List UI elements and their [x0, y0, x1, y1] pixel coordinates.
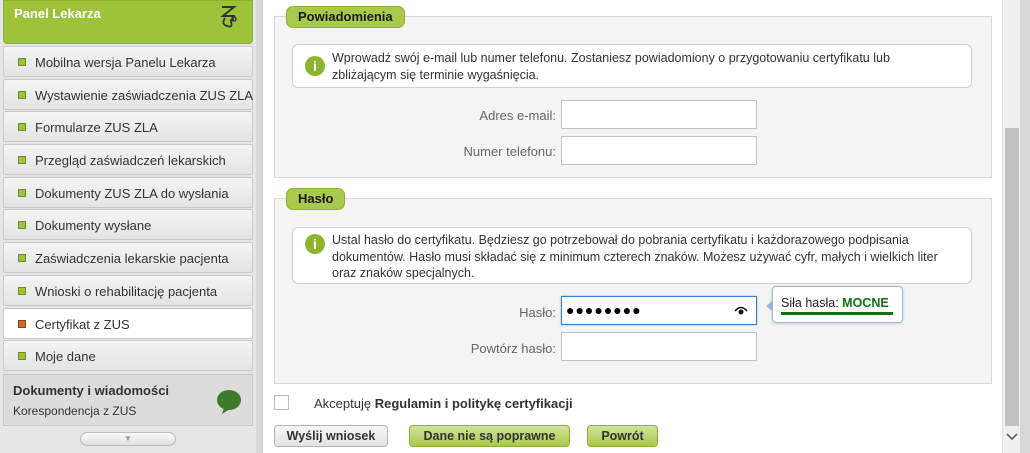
password-value: ●●●●●●●●: [566, 302, 642, 318]
repeat-password-field[interactable]: [561, 332, 757, 361]
sidebar-item-sent-documents[interactable]: Dokumenty wysłane: [3, 209, 253, 241]
password-info-box: i Ustal hasło do certyfikatu. Będziesz g…: [292, 227, 972, 284]
send-request-button[interactable]: Wyślij wniosek: [274, 425, 388, 447]
sidebar-documents-section[interactable]: Dokumenty i wiadomości Korespondencja z …: [3, 374, 253, 426]
bullet-icon: [18, 156, 26, 165]
repeat-password-label: Powtórz hasło:: [470, 341, 556, 356]
notifications-section: i Wprowadź swój e-mail lub numer telefon…: [274, 16, 992, 178]
window-edge: [1020, 0, 1030, 453]
bullet-icon: [18, 352, 26, 361]
password-label: Hasło:: [519, 305, 556, 320]
tooltip-arrow: [766, 300, 773, 312]
email-label: Adres e-mail:: [479, 108, 556, 123]
sidebar-menu: Mobilna wersja Panelu Lekarza Wystawieni…: [3, 46, 253, 373]
accept-prefix: Akceptuję: [314, 396, 375, 411]
email-field[interactable]: [561, 100, 757, 129]
sidebar-item-issue-zla[interactable]: Wystawienie zaświadczenia ZUS ZLA: [3, 78, 254, 110]
eye-icon[interactable]: [734, 305, 748, 317]
sidebar-title: Panel Lekarza: [14, 6, 101, 21]
phone-label: Numer telefonu:: [463, 144, 557, 159]
notifications-section-title: Powiadomienia: [286, 6, 405, 28]
notifications-info-box: i Wprowadź swój e-mail lub numer telefon…: [292, 44, 972, 88]
strength-label: Siła hasła:: [781, 296, 843, 310]
terms-link[interactable]: Regulamin i politykę certyfikacji: [375, 396, 573, 411]
sidebar-item-zla-to-send[interactable]: Dokumenty ZUS ZLA do wysłania: [3, 176, 253, 208]
sidebar-item-zla-forms[interactable]: Formularze ZUS ZLA: [3, 111, 253, 143]
password-info-text: Ustal hasło do certyfikatu. Będziesz go …: [332, 233, 938, 280]
sidebar-item-my-data[interactable]: Moje dane: [3, 340, 253, 372]
bullet-icon: [18, 58, 26, 66]
strength-text: Siła hasła: MOCNE: [781, 296, 889, 310]
sidebar-item-label: Zaświadczenia lekarskie pacjenta: [35, 251, 229, 267]
notifications-info-text: Wprowadź swój e-mail lub numer telefonu.…: [332, 51, 890, 82]
accept-terms-checkbox[interactable]: [274, 395, 289, 410]
sidebar-item-label: Dokumenty wysłane: [35, 218, 152, 234]
sidebar-header[interactable]: Panel Lekarza: [3, 0, 253, 44]
stethoscope-icon: [220, 6, 237, 28]
bullet-icon: [18, 254, 26, 263]
documents-title: Dokumenty i wiadomości: [13, 383, 170, 398]
sidebar-item-label: Formularze ZUS ZLA: [35, 120, 158, 136]
vertical-scrollbar[interactable]: [1002, 0, 1020, 453]
bullet-icon: [18, 221, 26, 230]
sidebar-item-mobile-panel[interactable]: Mobilna wersja Panelu Lekarza: [3, 46, 253, 77]
password-section-title: Hasło: [286, 188, 346, 210]
sidebar-item-label: Wystawienie zaświadczenia ZUS ZLA: [35, 87, 254, 103]
sidebar: Panel Lekarza Mobilna wersja Panelu Leka…: [0, 0, 256, 453]
speech-bubble-icon: [217, 390, 241, 414]
info-icon: i: [305, 56, 325, 76]
sidebar-item-label: Przegląd zaświadczeń lekarskich: [35, 153, 226, 169]
back-button[interactable]: Powrót: [587, 425, 658, 447]
phone-field[interactable]: [561, 136, 757, 165]
scroll-down-icon[interactable]: [1006, 432, 1018, 442]
sidebar-item-review-certificates[interactable]: Przegląd zaświadczeń lekarskich: [3, 144, 253, 176]
sidebar-item-rehab-requests[interactable]: Wnioski o rehabilitację pacjenta: [3, 274, 253, 306]
password-field[interactable]: ●●●●●●●●: [561, 296, 757, 325]
bullet-icon: [18, 319, 26, 328]
scrollbar-thumb[interactable]: [1005, 128, 1019, 426]
sidebar-item-label: Moje dane: [35, 349, 96, 365]
sidebar-item-label: Certyfikat z ZUS: [35, 316, 130, 332]
sidebar-item-label: Mobilna wersja Panelu Lekarza: [35, 55, 216, 70]
sidebar-item-certificate[interactable]: Certyfikat z ZUS: [3, 307, 253, 339]
sidebar-item-label: Dokumenty ZUS ZLA do wysłania: [35, 185, 229, 201]
sidebar-scroll-button[interactable]: ▼: [80, 432, 176, 446]
bullet-icon: [18, 90, 26, 99]
sidebar-item-patient-certificates[interactable]: Zaświadczenia lekarskie pacjenta: [3, 242, 253, 274]
bullet-icon: [18, 123, 26, 132]
bullet-icon: [18, 188, 26, 197]
sidebar-item-label: Wnioski o rehabilitację pacjenta: [35, 283, 218, 299]
accept-terms-text: Akceptuję Regulamin i politykę certyfika…: [314, 396, 573, 411]
password-strength-tooltip: Siła hasła: MOCNE: [766, 286, 903, 323]
strength-meter: [781, 312, 893, 315]
strength-value: MOCNE: [842, 296, 889, 310]
info-icon: i: [305, 234, 325, 254]
main-content: i Wprowadź swój e-mail lub numer telefon…: [262, 0, 1002, 453]
data-incorrect-button[interactable]: Dane nie są poprawne: [409, 425, 570, 447]
bullet-icon: [18, 286, 26, 295]
documents-subtitle[interactable]: Korespondencja z ZUS: [13, 404, 136, 418]
